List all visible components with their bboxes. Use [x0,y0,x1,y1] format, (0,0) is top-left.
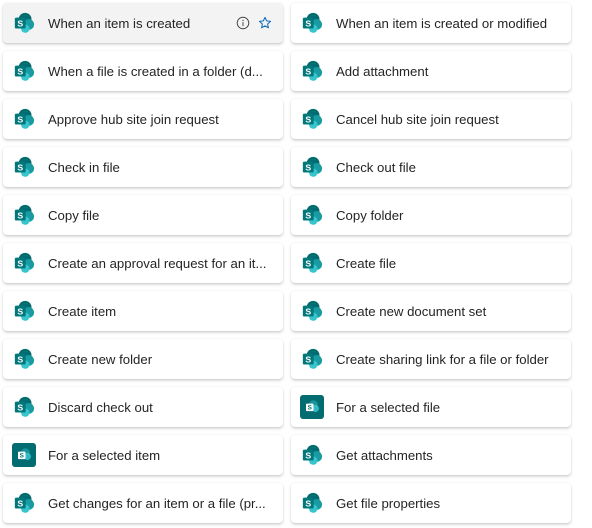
sharepoint-icon: S [300,107,324,131]
trigger-label: Get attachments [336,447,433,463]
sharepoint-icon: S [12,11,36,35]
trigger-card-check-in-file[interactable]: S Check in file [3,147,283,187]
trigger-card-create-item[interactable]: S Create item [3,291,283,331]
sharepoint-icon: S [12,59,36,83]
sharepoint-icon: S [300,491,324,515]
svg-text:S: S [305,66,311,76]
sharepoint-icon: S [12,395,36,419]
sharepoint-icon: S [12,251,36,275]
svg-text:S: S [305,306,311,316]
svg-text:S: S [308,405,312,412]
svg-text:S: S [305,354,311,364]
trigger-card-when-an-item-is-created-or-modified[interactable]: S When an item is created or modified [291,3,571,43]
trigger-card-for-a-selected-file[interactable]: S For a selected file [291,387,571,427]
trigger-card-when-an-item-is-created[interactable]: S When an item is created [3,3,283,43]
trigger-card-when-a-file-is-created-in-a-folder-d[interactable]: S When a file is created in a folder (d.… [3,51,283,91]
sharepoint-icon: S [300,251,324,275]
svg-text:S: S [305,210,311,220]
trigger-card-create-an-approval-request-for-an-it[interactable]: S Create an approval request for an it..… [3,243,283,283]
trigger-label: Copy file [48,207,100,223]
svg-text:S: S [305,498,311,508]
trigger-card-copy-folder[interactable]: S Copy folder [291,195,571,235]
svg-text:S: S [17,162,23,172]
trigger-label: Get file properties [336,495,441,511]
trigger-card-create-new-folder[interactable]: S Create new folder [3,339,283,379]
svg-text:S: S [17,498,23,508]
svg-text:S: S [20,453,24,460]
sharepoint-icon: S [12,107,36,131]
svg-text:S: S [17,306,23,316]
sharepoint-icon: S [300,11,324,35]
svg-text:S: S [305,18,311,28]
sharepoint-icon: S [300,59,324,83]
sharepoint-icon: S [300,155,324,179]
trigger-card-create-sharing-link-for-a-file-or-folder[interactable]: S Create sharing link for a file or fold… [291,339,571,379]
trigger-card-cancel-hub-site-join-request[interactable]: S Cancel hub site join request [291,99,571,139]
trigger-label: Get changes for an item or a file (pr... [48,495,266,511]
svg-text:S: S [17,402,23,412]
trigger-label: When an item is created [48,15,191,31]
trigger-label: Create new folder [48,351,153,367]
svg-text:S: S [17,210,23,220]
info-icon[interactable] [235,15,251,31]
svg-text:S: S [305,258,311,268]
trigger-label: When a file is created in a folder (d... [48,63,263,79]
sharepoint-square-icon: S [300,395,324,419]
card-hover-actions [229,15,273,31]
trigger-card-get-changes-for-an-item-or-a-file-pr[interactable]: S Get changes for an item or a file (pr.… [3,483,283,523]
sharepoint-icon: S [12,491,36,515]
sharepoint-icon: S [12,299,36,323]
trigger-card-discard-check-out[interactable]: S Discard check out [3,387,283,427]
trigger-label: Create an approval request for an it... [48,255,267,271]
svg-text:S: S [17,18,23,28]
trigger-card-for-a-selected-item[interactable]: S For a selected item [3,435,283,475]
sharepoint-icon: S [300,299,324,323]
trigger-label: Approve hub site join request [48,111,219,127]
sharepoint-icon: S [12,203,36,227]
trigger-card-add-attachment[interactable]: S Add attachment [291,51,571,91]
trigger-label: Create item [48,303,117,319]
sharepoint-icon: S [300,347,324,371]
sharepoint-icon: S [12,155,36,179]
trigger-label: Add attachment [336,63,429,79]
svg-text:S: S [305,450,311,460]
trigger-label: Discard check out [48,399,153,415]
trigger-label: For a selected item [48,447,161,463]
trigger-label: Check out file [336,159,416,175]
sharepoint-icon: S [12,347,36,371]
trigger-card-get-attachments[interactable]: S Get attachments [291,435,571,475]
trigger-label: When an item is created or modified [336,15,548,31]
trigger-card-create-new-document-set[interactable]: S Create new document set [291,291,571,331]
trigger-label: For a selected file [336,399,441,415]
trigger-card-create-file[interactable]: S Create file [291,243,571,283]
trigger-card-check-out-file[interactable]: S Check out file [291,147,571,187]
trigger-label: Create new document set [336,303,487,319]
trigger-label: Create file [336,255,397,271]
trigger-card-get-file-properties[interactable]: S Get file properties [291,483,571,523]
trigger-card-copy-file[interactable]: S Copy file [3,195,283,235]
sharepoint-icon: S [300,203,324,227]
trigger-grid: S When an item is created S When an item… [0,0,592,528]
svg-text:S: S [17,114,23,124]
trigger-label: Copy folder [336,207,404,223]
svg-text:S: S [17,66,23,76]
svg-text:S: S [17,354,23,364]
svg-text:S: S [305,162,311,172]
sharepoint-icon: S [300,443,324,467]
sharepoint-square-icon: S [12,443,36,467]
svg-text:S: S [17,258,23,268]
star-outline-icon[interactable] [257,15,273,31]
trigger-label: Check in file [48,159,120,175]
trigger-label: Create sharing link for a file or folder [336,351,549,367]
svg-text:S: S [305,114,311,124]
trigger-card-approve-hub-site-join-request[interactable]: S Approve hub site join request [3,99,283,139]
trigger-label: Cancel hub site join request [336,111,499,127]
